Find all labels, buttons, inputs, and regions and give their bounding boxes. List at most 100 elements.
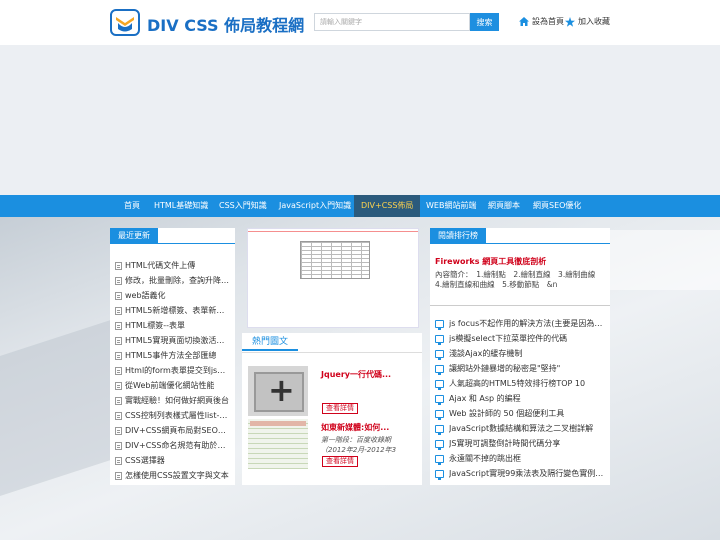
list-item[interactable]: Ajax 和 Asp 的編程: [435, 391, 607, 406]
banner-area: [0, 45, 720, 195]
nav-seo[interactable]: 網頁SEO優化: [526, 195, 588, 217]
nav-js-intro[interactable]: JavaScript入門知識: [272, 195, 358, 217]
hot-articles-panel: 熱門圖文 Jquery一行代碼... 查看詳情 如東新媒體:如何... 第一階段…: [242, 333, 422, 485]
list-item[interactable]: 修改，批量刪除，查詢升降序排: [115, 273, 230, 288]
article-desc: 第一階段：百度收錄期（2012年2月-2012年3: [321, 436, 397, 454]
list-item[interactable]: JS實現可調整倒計時間代碼分享: [435, 436, 607, 451]
list-item[interactable]: HTML代碼文件上傳: [115, 258, 230, 273]
set-home-link[interactable]: 設為首頁: [519, 16, 564, 27]
site-title[interactable]: DIV CSS 佈局教程網: [147, 12, 304, 36]
monitor-icon: [435, 469, 444, 480]
document-icon: [115, 291, 122, 300]
set-home-label: 設為首頁: [532, 17, 564, 26]
star-icon: [565, 16, 575, 27]
reading-ranking-panel: 閱讀排行榜 Fireworks 網頁工具徹底剖析 內容簡介： 1.繪制點 2.繪…: [430, 228, 610, 485]
monitor-icon: [435, 379, 444, 390]
article-thumbnail[interactable]: [248, 419, 308, 469]
list-item[interactable]: 人氣超高的HTML5特效排行榜TOP 10: [435, 376, 607, 391]
list-item[interactable]: 從Web前端優化網站性能: [115, 378, 230, 393]
list-item[interactable]: CSS控制列表樣式屬性list-style: [115, 408, 230, 423]
panel-divider: [110, 243, 235, 244]
document-icon: [115, 306, 122, 315]
monitor-icon: [435, 349, 444, 360]
list-item[interactable]: JavaScript數據結構和算法之二叉樹詳解: [435, 421, 607, 436]
list-item[interactable]: js模擬select下拉菜單控件的代碼: [435, 331, 607, 346]
list-item[interactable]: DIV+CSS網頁布局對SEO的影響: [115, 423, 230, 438]
hot-articles-title: 熱門圖文: [242, 333, 299, 351]
main-nav: 首頁 HTML基礎知識 CSS入門知識 JavaScript入門知識 DIV+C…: [0, 195, 720, 217]
nav-div-css-layout[interactable]: DIV+CSS佈局: [354, 195, 421, 217]
monitor-icon: [435, 409, 444, 420]
document-icon: [115, 366, 122, 375]
featured-preview-image[interactable]: [247, 228, 419, 328]
list-item[interactable]: 淺談Ajax的緩存機制: [435, 346, 607, 361]
preview-table-graphic: [300, 241, 370, 279]
monitor-icon: [435, 424, 444, 435]
document-icon: [115, 411, 122, 420]
latest-updates-panel: 最近更新 HTML代碼文件上傳 修改，批量刪除，查詢升降序排 web語義化 HT…: [110, 228, 235, 485]
document-icon: [115, 336, 122, 345]
monitor-icon: [435, 394, 444, 405]
list-item[interactable]: JavaScript實現99乘法表及隔行變色實例代碼: [435, 466, 607, 481]
panel-divider: [430, 305, 610, 306]
document-icon: [115, 276, 122, 285]
hot-article-item[interactable]: Jquery一行代碼... 查看詳情: [248, 366, 418, 416]
nav-web-frontend[interactable]: WEB網站前端: [419, 195, 483, 217]
list-item[interactable]: 怎樣使用CSS設置文字與文本: [115, 468, 230, 483]
monitor-icon: [435, 334, 444, 345]
home-icon: [519, 17, 529, 26]
view-details-button[interactable]: 查看詳情: [322, 456, 358, 467]
list-item[interactable]: js focus不起作用的解決方法(主要是因為dom元素: [435, 316, 607, 331]
panel-divider: [242, 352, 422, 353]
nav-css-intro[interactable]: CSS入門知識: [212, 195, 274, 217]
document-icon: [115, 261, 122, 270]
search-button[interactable]: 搜索: [470, 13, 499, 31]
document-icon: [115, 441, 122, 450]
monitor-icon: [435, 454, 444, 465]
monitor-icon: [435, 319, 444, 330]
monitor-icon: [435, 364, 444, 375]
list-item[interactable]: Html的form表單提交到jsp中文亂碼: [115, 363, 230, 378]
document-icon: [115, 351, 122, 360]
list-item[interactable]: DIV+CSS命名規范有助於SEO: [115, 438, 230, 453]
document-icon: [115, 321, 122, 330]
document-icon: [115, 456, 122, 465]
list-item[interactable]: 讓網站外鏈暴增的秘密是"堅持": [435, 361, 607, 376]
nav-home[interactable]: 首頁: [117, 195, 147, 217]
nav-web-scripts[interactable]: 網頁腳本: [481, 195, 527, 217]
list-item[interactable]: HTML5新增標簽、表單新增屬性: [115, 303, 230, 318]
monitor-icon: [435, 439, 444, 450]
document-icon: [115, 426, 122, 435]
preview-decoration: [248, 231, 418, 232]
latest-updates-list: HTML代碼文件上傳 修改，批量刪除，查詢升降序排 web語義化 HTML5新增…: [115, 258, 230, 483]
latest-updates-title: 最近更新: [110, 228, 158, 243]
article-title[interactable]: 如東新媒體:如何...: [321, 422, 389, 433]
list-item[interactable]: web語義化: [115, 288, 230, 303]
article-title[interactable]: Jquery一行代碼...: [321, 369, 391, 380]
featured-article-desc: 內容簡介： 1.繪制點 2.繪制直線 3.繪制曲線 4.繪制直線和曲線 5.移動…: [435, 270, 603, 289]
list-item[interactable]: CSS選擇器: [115, 453, 230, 468]
article-thumbnail[interactable]: [248, 366, 308, 416]
featured-article-title[interactable]: Fireworks 網頁工具徹底剖析: [435, 256, 546, 267]
list-item[interactable]: 永遠關不掉的跳出框: [435, 451, 607, 466]
article-text: 如東新媒體:如何... 第一階段：百度收錄期（2012年2月-2012年3 查看…: [314, 419, 418, 469]
document-icon: [115, 471, 122, 480]
add-favorite-link[interactable]: 加入收藏: [565, 16, 610, 27]
nav-html-basics[interactable]: HTML基礎知識: [147, 195, 215, 217]
document-icon: [115, 396, 122, 405]
search-input[interactable]: [314, 13, 470, 31]
hot-article-item[interactable]: 如東新媒體:如何... 第一階段：百度收錄期（2012年2月-2012年3 查看…: [248, 419, 418, 469]
list-item[interactable]: 實戰經驗！如何做好網頁後台: [115, 393, 230, 408]
logo-icon[interactable]: [110, 9, 140, 36]
list-item[interactable]: HTML標簽--表單: [115, 318, 230, 333]
list-item[interactable]: HTML5事件方法全部匯總: [115, 348, 230, 363]
panel-divider: [430, 243, 610, 244]
view-details-button[interactable]: 查看詳情: [322, 403, 358, 414]
site-header: DIV CSS 佈局教程網 搜索 設為首頁 加入收藏: [0, 0, 720, 45]
article-text: Jquery一行代碼... 查看詳情: [314, 366, 418, 416]
add-favorite-label: 加入收藏: [578, 17, 610, 26]
list-item[interactable]: HTML5實現頁面切換激活的功能: [115, 333, 230, 348]
reading-ranking-title: 閱讀排行榜: [430, 228, 486, 243]
list-item[interactable]: Web 設計師的 50 個超便利工具: [435, 406, 607, 421]
background-decoration: [600, 230, 720, 290]
